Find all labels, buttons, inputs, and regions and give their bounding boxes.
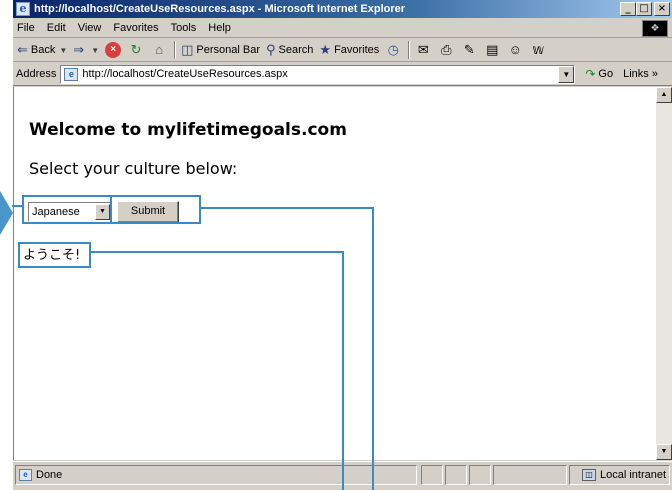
discuss-icon[interactable]: ▤	[484, 42, 500, 58]
back-label: Back	[30, 44, 56, 56]
mail-icon[interactable]: ✉	[415, 42, 431, 58]
back-button[interactable]: ⇐ Back ▼	[17, 42, 67, 58]
menu-edit[interactable]: Edit	[41, 22, 72, 34]
menu-favorites[interactable]: Favorites	[107, 22, 164, 34]
callout-box-submit	[110, 195, 201, 224]
back-dropdown-icon[interactable]: ▼	[59, 46, 67, 55]
status-cell	[493, 465, 567, 485]
callout-leader	[91, 251, 344, 253]
personal-bar-label: Personal Bar	[196, 44, 261, 56]
minimize-button[interactable]: _	[620, 2, 636, 16]
menu-file[interactable]: File	[13, 22, 41, 34]
favorites-icon: ★	[319, 42, 332, 57]
toolbar-separator	[174, 41, 177, 59]
page-done-icon: e	[19, 469, 32, 481]
menu-help[interactable]: Help	[202, 22, 237, 34]
callout-arrow-icon	[0, 191, 13, 235]
window-controls: _ □ ×	[620, 2, 670, 16]
status-cell	[469, 465, 491, 485]
status-text: Done	[36, 469, 63, 481]
yahoo-icon[interactable]: 𝕨	[530, 42, 546, 58]
print-icon[interactable]: ⎙	[438, 42, 454, 58]
callout-leader	[372, 207, 374, 490]
standard-toolbar: ⇐ Back ▼ ⇒ ▼ × ↻ ⌂ ◫ Personal Bar ⚲ Sear…	[13, 39, 672, 62]
callout-box-welcome	[18, 242, 91, 268]
history-icon[interactable]: ◷	[385, 42, 401, 58]
menu-view[interactable]: View	[72, 22, 108, 34]
address-input[interactable]: e http://localhost/CreateUseResources.as…	[60, 64, 576, 84]
page-icon: e	[64, 67, 79, 81]
page-heading: Welcome to mylifetimegoals.com	[29, 120, 347, 140]
personal-bar-button[interactable]: ◫ Personal Bar	[181, 42, 260, 58]
address-dropdown-icon[interactable]: ▼	[558, 65, 575, 83]
zone-text: Local intranet	[600, 469, 667, 481]
ie-page-icon: e	[16, 2, 30, 16]
status-cell	[421, 465, 443, 485]
search-button[interactable]: ⚲ Search	[266, 42, 313, 58]
callout-box-select	[22, 195, 112, 224]
culture-prompt: Select your culture below:	[29, 159, 238, 178]
forward-button[interactable]: ⇒ ▼	[73, 42, 99, 58]
windows-logo-icon: ❖	[642, 20, 668, 37]
favorites-label: Favorites	[334, 44, 380, 56]
title-bar: e http://localhost/CreateUseResources.as…	[13, 0, 672, 18]
callout-leader	[201, 207, 374, 209]
search-icon: ⚲	[266, 42, 276, 57]
go-label: Go	[598, 68, 614, 80]
callout-leader	[342, 251, 344, 490]
status-panel: e Done	[15, 465, 417, 485]
callout-leader	[12, 205, 22, 207]
favorites-button[interactable]: ★ Favorites	[319, 42, 379, 58]
go-button[interactable]: ↷ Go	[585, 67, 613, 81]
menu-bar: File Edit View Favorites Tools Help ❖	[13, 19, 672, 38]
close-button[interactable]: ×	[654, 2, 670, 16]
links-button[interactable]: Links »	[623, 68, 658, 80]
scroll-down-icon[interactable]: ▼	[656, 444, 672, 460]
address-label: Address	[16, 68, 57, 80]
scroll-up-icon[interactable]: ▲	[656, 87, 672, 103]
personal-bar-icon: ◫	[181, 42, 194, 57]
refresh-icon[interactable]: ↻	[128, 42, 144, 58]
go-arrow-icon: ↷	[585, 67, 596, 81]
vertical-scrollbar[interactable]: ▲ ▼	[656, 87, 672, 460]
menu-tools[interactable]: Tools	[165, 22, 203, 34]
messenger-icon[interactable]: ☺	[507, 42, 523, 58]
edit-icon[interactable]: ✎	[461, 42, 477, 58]
page-content: Welcome to mylifetimegoals.com Select yo…	[13, 87, 656, 460]
toolbar-separator	[408, 41, 411, 59]
home-icon[interactable]: ⌂	[151, 42, 167, 58]
window-title: http://localhost/CreateUseResources.aspx…	[34, 3, 406, 15]
address-bar: Address e http://localhost/CreateUseReso…	[13, 63, 672, 86]
status-cell	[445, 465, 467, 485]
back-arrow-icon: ⇐	[17, 42, 28, 57]
forward-arrow-icon: ⇒	[73, 42, 85, 57]
intranet-icon: ◫	[582, 469, 596, 481]
address-url[interactable]: http://localhost/CreateUseResources.aspx	[82, 68, 287, 80]
search-label: Search	[278, 44, 314, 56]
security-zone: ◫ Local intranet	[569, 465, 670, 485]
forward-dropdown-icon[interactable]: ▼	[91, 46, 99, 55]
stop-icon[interactable]: ×	[105, 42, 122, 58]
maximize-button[interactable]: □	[636, 2, 652, 16]
